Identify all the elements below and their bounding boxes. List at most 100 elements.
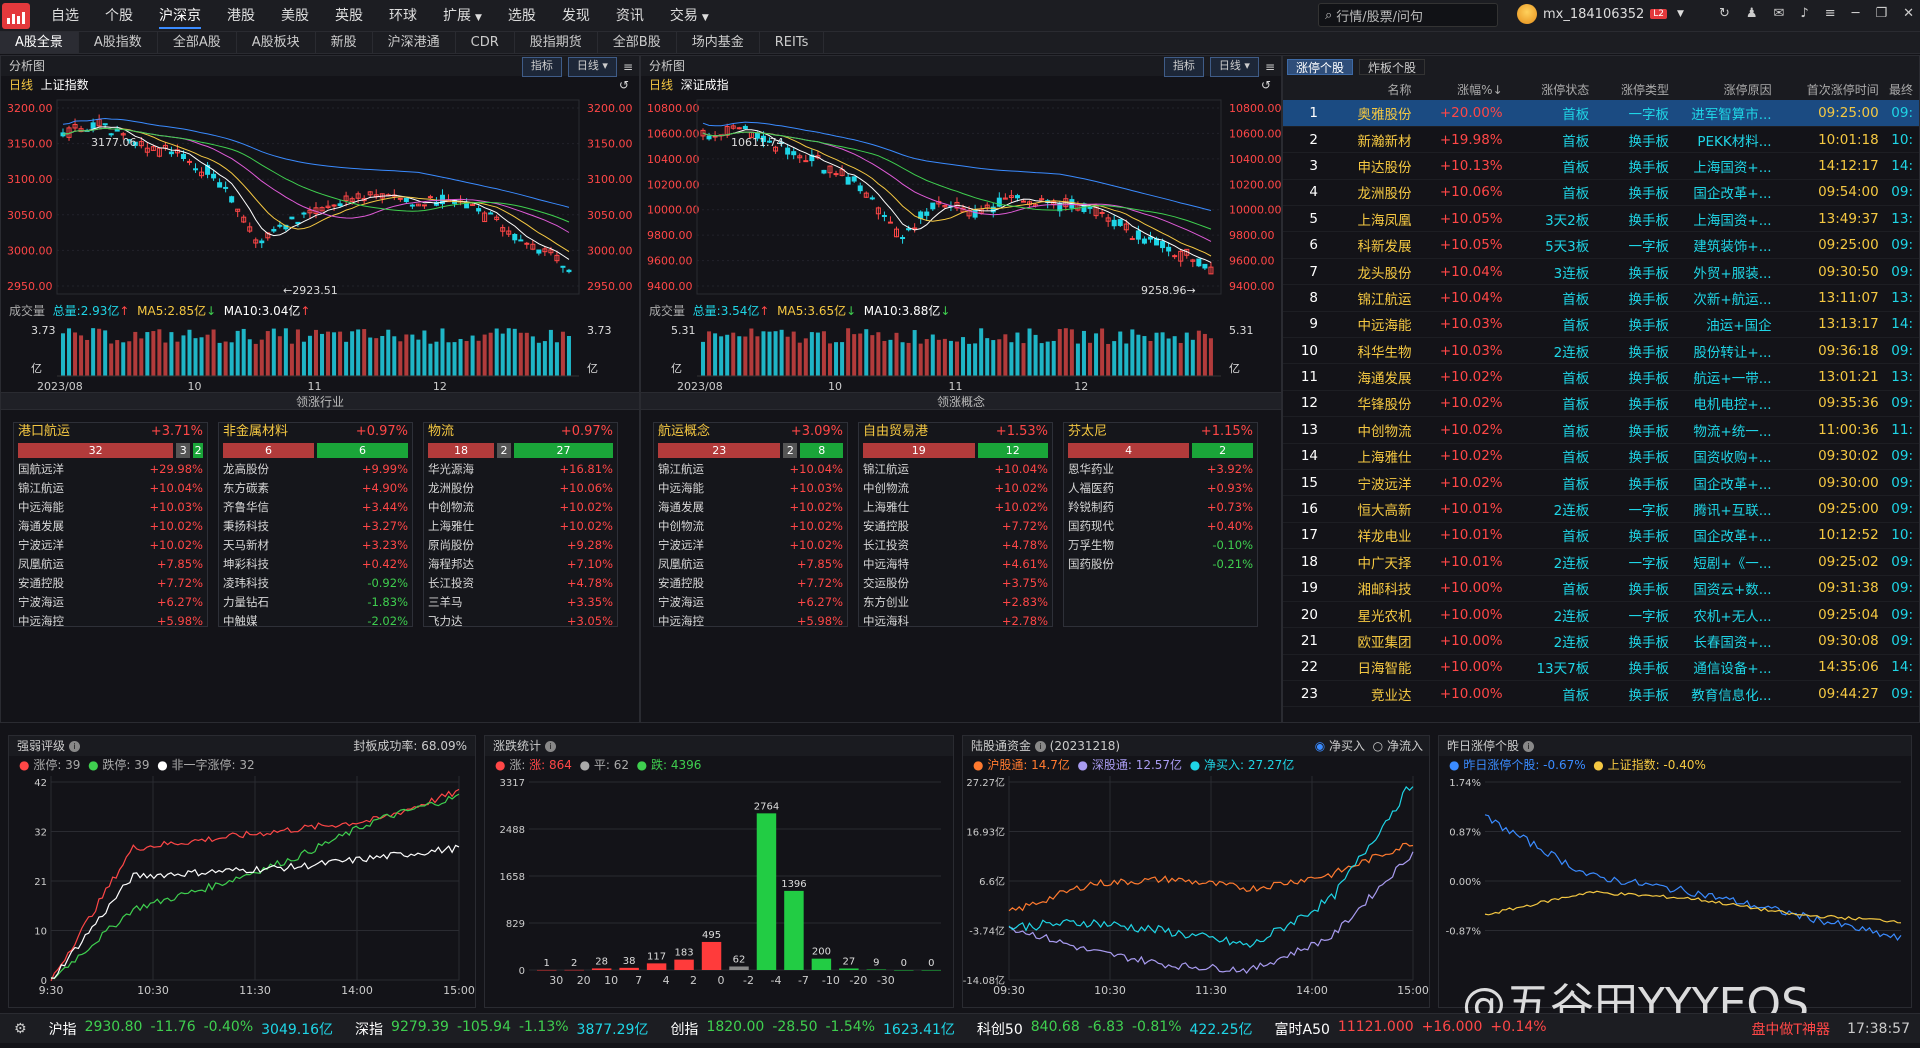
stock-row[interactable]: 凌玮科技 -0.92%: [219, 574, 412, 593]
table-row[interactable]: 23 竞业达 +10.00% 首板 换手板 教育信息化... 09:44:27 09:: [1283, 680, 1919, 708]
sector-name[interactable]: 非金属材料: [223, 423, 288, 441]
sector-name[interactable]: 芬太尼: [1068, 423, 1107, 441]
tab-broken-board[interactable]: 炸板个股: [1359, 59, 1426, 75]
table-row[interactable]: 19 湘邮科技 +10.00% 首板 换手板 国资云+数... 09:31:38 09:: [1283, 575, 1919, 602]
maximize-icon[interactable]: ❐: [1875, 6, 1887, 21]
opt-net-inflow[interactable]: 净流入: [1387, 739, 1423, 753]
table-row[interactable]: 7 龙头股份 +10.04% 3连板 换手板 外贸+服装... 09:30:50 09:: [1283, 258, 1919, 286]
stock-row[interactable]: 上海雅仕 +10.02%: [424, 517, 617, 536]
indicator-button[interactable]: 指标: [521, 57, 562, 77]
stock-row[interactable]: 国航远洋 +29.98%: [14, 460, 207, 479]
stock-row[interactable]: 国药股份 -0.21%: [1064, 555, 1257, 574]
col-header[interactable]: 最终: [1884, 78, 1919, 100]
stock-row[interactable]: 上海雅仕 +10.02%: [859, 498, 1052, 517]
stock-row[interactable]: 中创物流 +10.02%: [859, 479, 1052, 498]
table-row[interactable]: 22 日海智能 +10.00% 13天7板 换手板 通信设备+... 14:35:06 14:: [1283, 654, 1919, 682]
ticker-item[interactable]: 深指 9279.39 -105.94 -1.13% 3877.29亿: [355, 1019, 648, 1039]
kline-chart[interactable]: 10800.00 10800.00 10600.00 10600.00 10400.00…: [641, 94, 1281, 302]
stock-row[interactable]: 龙高股份 +9.99%: [219, 460, 412, 479]
table-row[interactable]: 13 中创物流 +10.02% 首板 换手板 物流+统一... 11:00:36 11:: [1283, 416, 1919, 444]
nav-item[interactable]: 发现: [549, 0, 603, 32]
info-icon[interactable]: i: [544, 741, 556, 752]
menu-icon[interactable]: ≡: [623, 57, 633, 77]
stock-row[interactable]: 龙洲股份 +10.06%: [424, 479, 617, 498]
tab-item[interactable]: A股指数: [79, 32, 158, 53]
nav-item[interactable]: 沪深京: [146, 0, 214, 32]
stock-row[interactable]: 中远海科 +2.78%: [859, 612, 1052, 626]
sector-box[interactable]: 港口航运 +3.71% 32 3 2 国航远洋 +29.98% 锦江航运 +10.04% 中远海能…: [13, 422, 208, 627]
tab-item[interactable]: 沪深港通: [373, 32, 456, 53]
user-menu[interactable]: mx_184106352 L2 ▼: [1517, 4, 1684, 24]
sector-box[interactable]: 芬太尼 +1.15% 4 2 恩华药业 +3.92% 人福医药 +0.93% 羚锐制药 +0.73…: [1063, 422, 1258, 627]
chevron-down-icon[interactable]: ▼: [702, 13, 709, 23]
stock-row[interactable]: 安通控股 +7.72%: [859, 517, 1052, 536]
avatar[interactable]: [1517, 4, 1537, 24]
stock-row[interactable]: 华光源海 +16.81%: [424, 460, 617, 479]
table-row[interactable]: 21 欧亚集团 +10.00% 2连板 换手板 长春国资+... 09:30:08 09:: [1283, 627, 1919, 655]
stock-row[interactable]: 人福医药 +0.93%: [1064, 479, 1257, 498]
tab-item[interactable]: 场内基金: [677, 32, 760, 53]
updown-bar-chart[interactable]: 3317 2488 1658 829 0 1 2 28 38 117 183 495 62 2764 139…: [485, 774, 953, 1006]
col-header[interactable]: 名称: [1324, 78, 1418, 100]
col-header[interactable]: 涨停类型: [1595, 78, 1676, 100]
stock-row[interactable]: 三羊马 +3.35%: [424, 593, 617, 612]
period-dropdown[interactable]: 日线 ▾: [567, 57, 617, 77]
stock-row[interactable]: 天马新材 +3.23%: [219, 536, 412, 555]
info-icon[interactable]: i: [68, 741, 80, 752]
minimize-icon[interactable]: ─: [1852, 6, 1860, 21]
col-header[interactable]: 首次涨停时间: [1777, 78, 1885, 100]
tab-item[interactable]: 股指期货: [515, 32, 598, 53]
col-header[interactable]: [1283, 78, 1325, 100]
tab-item[interactable]: 全部A股: [158, 32, 237, 53]
stock-row[interactable]: 中创物流 +10.02%: [424, 498, 617, 517]
settings-icon[interactable]: ⚙: [14, 1021, 27, 1037]
stock-row[interactable]: 中触媒 -2.02%: [219, 612, 412, 626]
sector-name[interactable]: 自由贸易港: [863, 423, 928, 441]
reset-icon[interactable]: ↺: [619, 76, 629, 94]
sector-name[interactable]: 物流: [428, 423, 454, 441]
nav-item[interactable]: 环球: [376, 0, 430, 32]
col-header[interactable]: 涨停原因: [1675, 78, 1778, 100]
kline-chart[interactable]: 3200.00 3200.00 3150.00 3150.00 3100.00 3100.…: [1, 94, 639, 302]
menu-icon[interactable]: ≡: [1265, 57, 1275, 77]
reset-icon[interactable]: ↺: [1261, 76, 1271, 94]
nav-item[interactable]: 自选: [38, 0, 92, 32]
nav-item[interactable]: 港股: [214, 0, 268, 32]
stock-row[interactable]: 安通控股 +7.72%: [654, 574, 847, 593]
stock-row[interactable]: 万孚生物 -0.10%: [1064, 536, 1257, 555]
nav-item[interactable]: 交易 ▼: [657, 0, 722, 32]
stock-row[interactable]: 锦江航运 +10.04%: [14, 479, 207, 498]
stock-row[interactable]: 恩华药业 +3.92%: [1064, 460, 1257, 479]
stock-row[interactable]: 中创物流 +10.02%: [654, 517, 847, 536]
table-row[interactable]: 17 祥龙电业 +10.01% 首板 换手板 国企改革+... 10:12:52 10:: [1283, 522, 1919, 550]
stock-row[interactable]: 齐鲁华信 +3.44%: [219, 498, 412, 517]
info-icon[interactable]: i: [1522, 741, 1534, 752]
stock-row[interactable]: 飞力达 +3.05%: [424, 612, 617, 626]
sector-box[interactable]: 非金属材料 +0.97% 6 6 龙高股份 +9.99% 东方碳素 +4.90% 齐鲁华信 +3.…: [218, 422, 413, 627]
stock-row[interactable]: 原尚股份 +9.28%: [424, 536, 617, 555]
stock-row[interactable]: 秉扬科技 +3.27%: [219, 517, 412, 536]
t-tool-link[interactable]: 盘中做T神器: [1751, 1019, 1830, 1039]
table-row[interactable]: 20 星光农机 +10.00% 2连板 一字板 农机+无人... 09:25:04 09:: [1283, 601, 1919, 629]
stock-row[interactable]: 海通发展 +10.02%: [14, 517, 207, 536]
table-row[interactable]: 16 恒大高新 +10.01% 2连板 一字板 腾讯+互联... 09:25:00 09:: [1283, 495, 1919, 523]
sector-box[interactable]: 物流 +0.97% 18 2 27 华光源海 +16.81% 龙洲股份 +10.06% 中创物流 +…: [423, 422, 618, 627]
stock-row[interactable]: 海通发展 +10.02%: [654, 498, 847, 517]
ticker-item[interactable]: 创指 1820.00 -28.50 -1.54% 1623.41亿: [670, 1019, 954, 1039]
col-header[interactable]: 涨幅%↓: [1417, 78, 1509, 100]
nav-item[interactable]: 英股: [322, 0, 376, 32]
northbound-chart[interactable]: 27.27亿16.93亿6.6亿-3.74亿-14.08亿09:30 10:30 1…: [963, 774, 1429, 1006]
sector-name[interactable]: 航运概念: [658, 423, 710, 441]
table-row[interactable]: 1 奥雅股份 +20.00% 首板 一字板 进军智算市... 09:25:00 09:: [1283, 100, 1919, 127]
opt-net-buy[interactable]: 净买入: [1329, 739, 1365, 753]
mail-icon[interactable]: ✉: [1774, 6, 1785, 21]
tab-item[interactable]: 新股: [316, 32, 373, 53]
tab-item[interactable]: CDR: [456, 32, 515, 53]
stock-row[interactable]: 宁波远洋 +10.02%: [654, 536, 847, 555]
skin-icon[interactable]: ♟: [1746, 6, 1758, 21]
table-row[interactable]: 8 锦江航运 +10.04% 首板 换手板 次新+航运... 13:11:07 13:: [1283, 284, 1919, 312]
stock-row[interactable]: 宁波海运 +6.27%: [654, 593, 847, 612]
stock-row[interactable]: 锦江航运 +10.04%: [859, 460, 1052, 479]
stock-row[interactable]: 国药现代 +0.40%: [1064, 517, 1257, 536]
stock-row[interactable]: 坤彩科技 +0.42%: [219, 555, 412, 574]
